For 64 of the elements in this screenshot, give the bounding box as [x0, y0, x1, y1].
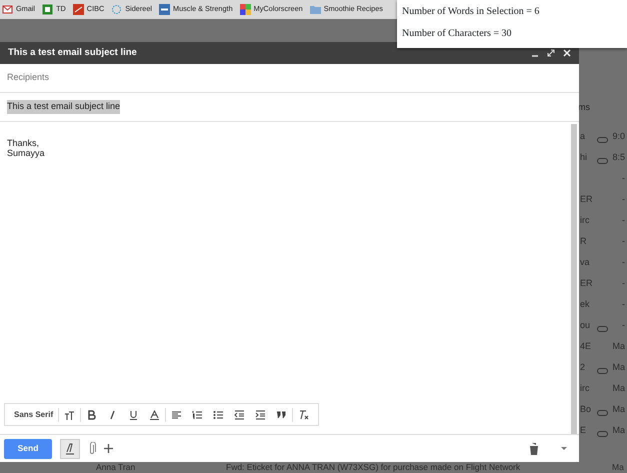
plus-icon[interactable]: [104, 444, 113, 453]
sender-name: Anna Tran: [96, 462, 136, 472]
sender-name: Bo: [580, 402, 592, 416]
caret-icon[interactable]: [561, 447, 567, 450]
email-time: -: [622, 214, 626, 227]
square-icon: [42, 4, 54, 15]
email-time: -: [622, 192, 626, 206]
sender-name: 4E: [580, 340, 592, 353]
text-size-icon[interactable]: [64, 410, 76, 420]
email-time: 8:5: [612, 150, 626, 164]
sender-name: E: [580, 424, 588, 437]
email-time: -: [622, 318, 626, 332]
square-icon: [72, 4, 84, 15]
subject-field[interactable]: This a test email subject line: [7, 100, 120, 114]
sender-name: irc: [580, 382, 590, 395]
body-text: Thanks,: [7, 138, 40, 148]
email-time: Ma: [612, 402, 626, 416]
palette-icon: [240, 4, 251, 15]
email-time: -: [622, 298, 626, 311]
email-subject: Fwd: Eticket for ANNA TRAN (W73XSG) for purchase made on Flight Network: [226, 462, 520, 472]
popup-text: Number of Characters = 30: [402, 27, 512, 41]
bulleted-list-icon[interactable]: [213, 410, 224, 420]
expand-icon[interactable]: [547, 49, 555, 57]
email-time: Ma: [612, 360, 626, 374]
sender-name: ou: [580, 318, 592, 332]
window-title: This a test email subject line: [8, 46, 137, 60]
email-time: Ma: [612, 424, 626, 437]
sender-name: a: [580, 130, 586, 143]
sender-name: ek: [580, 298, 591, 311]
quote-icon[interactable]: [276, 410, 288, 420]
email-time: -: [622, 256, 626, 269]
font-dropdown[interactable]: Sans Serif: [9, 406, 58, 424]
formatting-options-button[interactable]: [60, 438, 80, 458]
scrollbar[interactable]: [571, 124, 577, 434]
outdent-icon[interactable]: [234, 410, 246, 420]
email-time: -: [622, 172, 626, 185]
paperclip-icon[interactable]: [88, 442, 96, 455]
sender-name: ER: [580, 276, 593, 290]
sender-name: 2: [580, 360, 586, 374]
email-time: Ma: [612, 382, 626, 395]
underline-icon[interactable]: [128, 410, 140, 420]
sender-name: irc: [580, 214, 590, 227]
envelope-icon: [2, 4, 13, 15]
email-time: Ma: [612, 462, 624, 472]
align-icon[interactable]: [171, 410, 182, 420]
email-time: Ma: [612, 340, 626, 353]
sender-name: ER: [580, 192, 593, 206]
email-time: -: [622, 234, 626, 248]
email-time: 9:0: [612, 130, 626, 143]
clear-formatting-icon[interactable]: [298, 410, 310, 420]
sender-name: va: [580, 256, 591, 269]
folder-icon: [310, 4, 321, 15]
email-time: -: [622, 276, 626, 290]
close-icon[interactable]: [563, 49, 571, 57]
text-color-icon[interactable]: [149, 410, 160, 420]
indent-icon[interactable]: [255, 410, 266, 420]
sender-name: R: [580, 234, 588, 248]
trash-icon[interactable]: [529, 442, 539, 454]
sender-name: hi: [580, 150, 588, 164]
numbered-list-icon[interactable]: [192, 410, 204, 420]
body-text: Sumayya: [7, 148, 46, 158]
text-format-icon: [64, 442, 76, 454]
bold-icon[interactable]: [86, 410, 98, 420]
popup-text: Number of Words in Selection = 6: [402, 5, 540, 19]
